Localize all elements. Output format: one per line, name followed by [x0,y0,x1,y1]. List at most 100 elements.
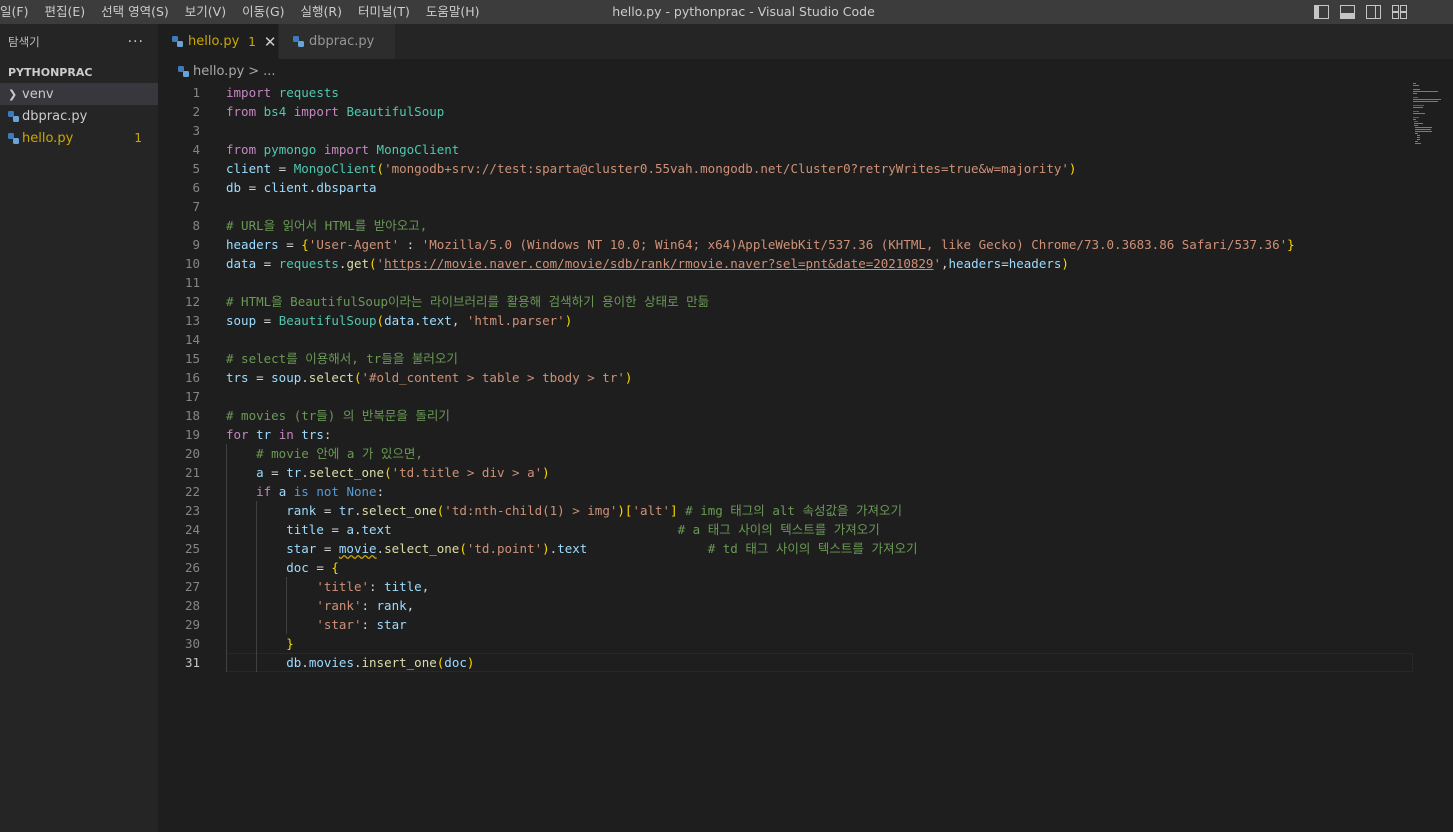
more-actions-icon[interactable]: ··· [128,34,144,50]
workspace-section-header[interactable]: PYTHONPRAC [0,61,158,83]
editor-scrollbar[interactable] [1439,83,1453,832]
line-number: 15 [184,351,200,366]
line-number: 27 [184,579,200,594]
code-line[interactable]: 24 title = a.text # a 태그 사이의 텍스트를 가져오기 [158,520,1413,539]
code-text: headers = {'User-Agent' : 'Mozilla/5.0 (… [226,237,1295,252]
minimap-row [1415,143,1421,144]
code-line[interactable]: 12 # HTML을 BeautifulSoup이라는 라이브러리를 활용해 검색… [158,292,1413,311]
code-line[interactable]: 2 from bs4 import BeautifulSoup [158,102,1413,121]
line-number: 7 [192,199,200,214]
code-line[interactable]: 25 star = movie.select_one('td.point').t… [158,539,1413,558]
minimap-row [1413,91,1438,92]
code-line[interactable]: 15 # select를 이용해서, tr들을 불러오기 [158,349,1413,368]
code-line[interactable]: 23 rank = tr.select_one('td:nth-child(1)… [158,501,1413,520]
line-number: 14 [184,332,200,347]
minimap-row [1413,89,1420,90]
code-text: soup = BeautifulSoup(data.text, 'html.pa… [226,313,573,328]
indent-guide [226,558,227,577]
code-editor[interactable]: 1 import requests 2 from bs4 import Beautif… [158,83,1453,832]
breadcrumb-symbols[interactable]: ... [263,64,275,79]
code-line[interactable]: 29 'star': star [158,615,1413,634]
tab-dbprac-py[interactable]: dbprac.py [279,24,396,59]
indent-guide [226,520,227,539]
code-line[interactable]: 16 trs = soup.select('#old_content > tabl… [158,368,1413,387]
explorer-title: 탐색기 [8,35,40,49]
minimap-row [1413,105,1425,106]
code-line[interactable]: 14 [158,330,1413,349]
code-line[interactable]: 10 data = requests.get('https://movie.nav… [158,254,1413,273]
code-line[interactable]: 27 'title': title, [158,577,1413,596]
code-line[interactable]: 26 doc = { [158,558,1413,577]
code-text: # URL을 읽어서 HTML를 받아오고, [226,218,428,233]
code-line[interactable]: 20 # movie 안에 a 가 있으면, [158,444,1413,463]
toggle-panel-icon[interactable] [1339,4,1355,20]
code-line[interactable]: 4 from pymongo import MongoClient [158,140,1413,159]
close-icon[interactable]: ✕ [264,33,277,51]
code-text: a = tr.select_one('td.title > div > a') [256,465,550,480]
code-line[interactable]: 30 } [158,634,1413,653]
code-line[interactable]: 17 [158,387,1413,406]
code-line[interactable]: 31 db.movies.insert_one(doc) [158,653,1413,672]
code-line[interactable]: 18 # movies (tr들) 의 반복문을 돌리기 [158,406,1413,425]
indent-guide [256,558,258,577]
minimap[interactable] [1413,83,1441,153]
breadcrumb: hello.py > ... [158,59,1453,83]
minimap-row [1415,131,1433,132]
line-number: 18 [184,408,200,423]
line-number: 1 [192,85,200,100]
toggle-secondary-sidebar-icon[interactable] [1365,4,1381,20]
code-text: star = movie.select_one('td.point').text… [286,541,918,556]
breadcrumb-separator: > [248,63,260,79]
menu-help[interactable]: 도움말(H) [418,0,488,24]
code-line[interactable]: 28 'rank': rank, [158,596,1413,615]
toggle-sidebar-icon[interactable] [1313,4,1329,20]
menu-terminal[interactable]: 터미널(T) [350,0,418,24]
indent-guide [256,634,258,653]
code-line[interactable]: 5 client = MongoClient('mongodb+srv://tes… [158,159,1413,178]
menu-go[interactable]: 이동(G) [234,0,292,24]
workspace-name: PYTHONPRAC [8,65,93,79]
code-line[interactable]: 9 headers = {'User-Agent' : 'Mozilla/5.0 … [158,235,1413,254]
tab-hello-py[interactable]: hello.py 1 ✕ [158,24,279,59]
line-number: 11 [184,275,200,290]
code-line[interactable]: 22 if a is not None: [158,482,1413,501]
menu-selection[interactable]: 선택 영역(S) [93,0,177,24]
customize-layout-icon[interactable] [1391,4,1407,20]
line-number: 19 [184,427,200,442]
menu-file[interactable]: 일(F) [0,0,36,24]
code-line[interactable]: 8 # URL을 읽어서 HTML를 받아오고, [158,216,1413,235]
code-line[interactable]: 21 a = tr.select_one('td.title > div > a… [158,463,1413,482]
line-number: 9 [192,237,200,252]
menu-run[interactable]: 실행(R) [293,0,350,24]
code-line[interactable]: 11 [158,273,1413,292]
tree-item-hello[interactable]: hello.py 1 [0,127,158,149]
indent-guide [226,482,227,501]
code-text: db = client.dbsparta [226,180,377,195]
minimap-row [1413,119,1417,120]
code-line[interactable]: 19 for tr in trs: [158,425,1413,444]
breadcrumb-file[interactable]: hello.py [193,64,244,79]
explorer-sidebar: 탐색기 ··· PYTHONPRAC ❯ venv dbprac.py hell… [0,24,158,832]
code-line[interactable]: 13 soup = BeautifulSoup(data.text, 'html.… [158,311,1413,330]
line-number: 28 [184,598,200,613]
line-number: 31 [184,655,200,670]
line-number: 8 [192,218,200,233]
code-text: } [286,636,294,651]
minimap-row [1413,83,1417,84]
code-text: from bs4 import BeautifulSoup [226,104,445,119]
line-number: 23 [184,503,200,518]
tree-item-dbprac[interactable]: dbprac.py [0,105,158,127]
code-line[interactable]: 7 [158,197,1413,216]
indent-guide [226,444,227,463]
code-line[interactable]: 3 [158,121,1413,140]
python-icon [172,36,183,47]
menu-edit[interactable]: 편집(E) [36,0,93,24]
line-number: 17 [184,389,200,404]
minimap-row [1413,117,1419,118]
menu-view[interactable]: 보기(V) [177,0,234,24]
code-text: title = a.text # a 태그 사이의 텍스트를 가져오기 [286,522,880,537]
code-line[interactable]: 1 import requests [158,83,1413,102]
tree-item-venv[interactable]: ❯ venv [0,83,158,105]
code-line[interactable]: 6 db = client.dbsparta [158,178,1413,197]
chevron-right-icon: ❯ [8,87,18,101]
